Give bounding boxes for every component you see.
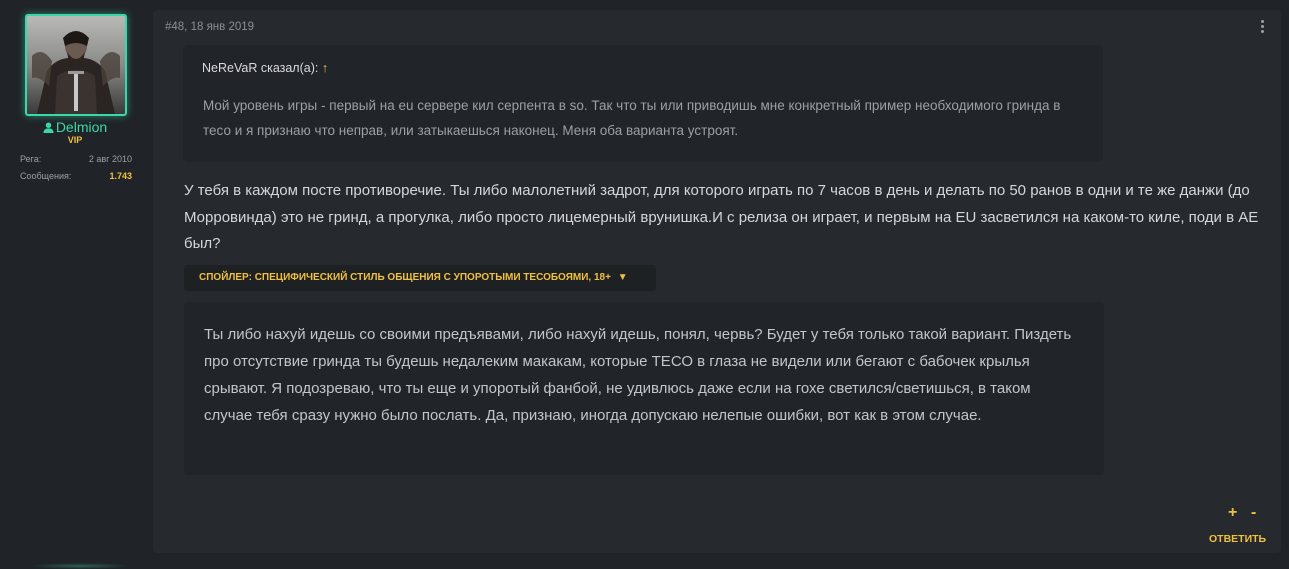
stat-messages: Сообщения: 1.743 (20, 171, 132, 181)
user-title-badge: VIP (67, 135, 83, 145)
next-avatar-glow (30, 563, 130, 569)
stat-label: Сообщения: (20, 171, 72, 181)
post-meta[interactable]: #48, 18 янв 2019 (165, 21, 254, 33)
user-sidebar: Delmion VIP Рега: 2 авг 2010 Сообщения: … (0, 0, 150, 569)
post-body: У тебя в каждом посте противоречие. Ты л… (184, 182, 1259, 252)
post: #48, 18 янв 2019 NeReVaR сказал(а): ↑ Мо… (153, 10, 1281, 553)
dislike-button[interactable]: - (1251, 504, 1256, 522)
quote-author[interactable]: NeReVaR сказал(а): ↑ (202, 61, 328, 75)
user-icon (43, 122, 54, 133)
chevron-down-icon: ▼ (617, 272, 628, 283)
spoiler-content: Ты либо нахуй идешь со своими предъявами… (184, 302, 1104, 475)
username-text: Delmion (55, 119, 108, 135)
quote-author-name: NeReVaR сказал(а): (202, 61, 319, 75)
stat-value: 2 авг 2010 (88, 154, 132, 164)
vertical-ellipsis-icon[interactable] (1256, 18, 1268, 36)
username[interactable]: Delmion (0, 119, 150, 135)
warrior-portrait-icon (27, 16, 125, 114)
quote-block: NeReVaR сказал(а): ↑ Мой уровень игры - … (183, 45, 1103, 162)
reply-button[interactable]: ОТВЕТИТЬ (1209, 533, 1266, 545)
spoiler-label: СПОЙЛЕР: СПЕЦИФИЧЕСКИЙ СТИЛЬ ОБЩЕНИЯ С У… (199, 272, 611, 283)
stat-registration: Рега: 2 авг 2010 (20, 154, 132, 164)
stat-label: Рега: (20, 154, 42, 164)
spoiler-text: Ты либо нахуй идешь со своими предъявами… (204, 326, 1072, 424)
spoiler-toggle-button[interactable]: СПОЙЛЕР: СПЕЦИФИЧЕСКИЙ СТИЛЬ ОБЩЕНИЯ С У… (184, 265, 656, 291)
stat-value: 1.743 (109, 171, 132, 181)
arrow-up-icon[interactable]: ↑ (322, 61, 328, 75)
quote-text: Мой уровень игры - первый на eu сервере … (203, 98, 1061, 138)
avatar[interactable] (25, 14, 127, 116)
like-button[interactable]: + (1228, 504, 1237, 522)
